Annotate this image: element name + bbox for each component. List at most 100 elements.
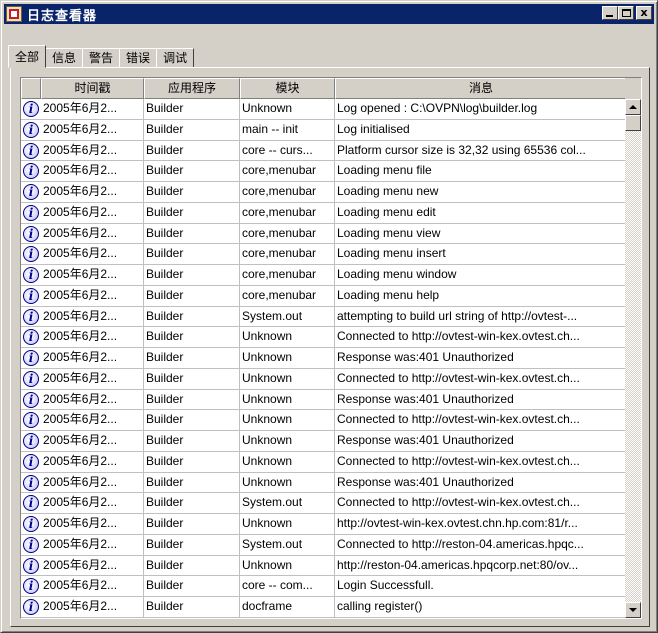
cell-application: Builder: [144, 534, 240, 556]
info-icon: i: [23, 391, 39, 408]
cell-level: i: [21, 597, 41, 618]
table-row[interactable]: i 2005年6月2... Builder core,menubar Loading m…: [21, 223, 627, 245]
cell-message: Login Successfull.: [335, 576, 627, 597]
tab-debug[interactable]: 调试: [156, 48, 195, 68]
cell-level: i: [21, 327, 41, 348]
table-row[interactable]: i 2005年6月2... Builder Unknown Response was:4…: [21, 431, 627, 452]
cell-application: Builder: [144, 285, 240, 307]
column-header-module[interactable]: 模块: [240, 78, 335, 99]
table-row[interactable]: i 2005年6月2... Builder Unknown Connected to h…: [21, 451, 627, 473]
cell-timestamp: 2005年6月2...: [41, 493, 144, 514]
table-row[interactable]: i 2005年6月2... Builder core -- com... Login S…: [21, 576, 627, 597]
title-bar[interactable]: 日志查看器 x: [4, 4, 654, 24]
cell-module: Unknown: [240, 368, 335, 390]
close-button[interactable]: x: [636, 6, 652, 20]
cell-message: Log opened : C:\OVPN\log\builder.log: [335, 99, 627, 120]
scroll-up-button[interactable]: [625, 99, 641, 115]
table-row[interactable]: i 2005年6月2... Builder Unknown Connected to h…: [21, 327, 627, 348]
column-header-icon[interactable]: [21, 78, 41, 99]
cell-module: core,menubar: [240, 285, 335, 307]
table-row[interactable]: i 2005年6月2... Builder System.out Connected t…: [21, 534, 627, 556]
table-row[interactable]: i 2005年6月2... Builder core,menubar Loading m…: [21, 244, 627, 265]
cell-level: i: [21, 286, 41, 307]
cell-application: Builder: [144, 202, 240, 224]
cell-application: Builder: [144, 451, 240, 473]
app-icon[interactable]: [6, 6, 22, 22]
table-row[interactable]: i 2005年6月2... Builder core,menubar Loading m…: [21, 182, 627, 203]
column-header-application[interactable]: 应用程序: [144, 78, 240, 99]
table-row[interactable]: i 2005年6月2... Builder Unknown Log opened : C…: [21, 99, 627, 120]
cell-timestamp: 2005年6月2...: [41, 451, 144, 473]
column-header-message[interactable]: 消息: [335, 78, 627, 99]
table-row[interactable]: i 2005年6月2... Builder Unknown http://reston-…: [21, 555, 627, 577]
cell-timestamp: 2005年6月2...: [41, 514, 144, 535]
cell-timestamp: 2005年6月2...: [41, 576, 144, 597]
cell-application: Builder: [144, 244, 240, 265]
table-row[interactable]: i 2005年6月2... Builder System.out Connected t…: [21, 493, 627, 514]
cell-level: i: [21, 161, 41, 182]
cell-module: Unknown: [240, 410, 335, 431]
tab-strip: 全部 信息 警告 错误 调试: [8, 44, 195, 68]
info-icon: i: [23, 370, 39, 387]
table-row[interactable]: i 2005年6月2... Builder System.out attempting …: [21, 306, 627, 328]
maximize-icon: [622, 9, 631, 17]
cell-application: Builder: [144, 410, 240, 431]
table-row[interactable]: i 2005年6月2... Builder core,menubar Loading m…: [21, 265, 627, 286]
cell-module: core,menubar: [240, 202, 335, 224]
cell-message: Loading menu edit: [335, 202, 627, 224]
table-row[interactable]: i 2005年6月2... Builder core,menubar Loading m…: [21, 202, 627, 224]
cell-level: i: [21, 390, 41, 411]
close-icon: x: [640, 6, 648, 19]
cell-level: i: [21, 493, 41, 514]
cell-message: calling register(): [335, 597, 627, 618]
cell-module: Unknown: [240, 514, 335, 535]
table-row[interactable]: i 2005年6月2... Builder core,menubar Loading m…: [21, 285, 627, 307]
cell-timestamp: 2005年6月2...: [41, 410, 144, 431]
table-row[interactable]: i 2005年6月2... Builder Unknown Response was:4…: [21, 389, 627, 411]
table-row[interactable]: i 2005年6月2... Builder core -- curs... Platfo…: [21, 140, 627, 162]
table-row[interactable]: i 2005年6月2... Builder Unknown http://ovtest-…: [21, 514, 627, 535]
cell-timestamp: 2005年6月2...: [41, 306, 144, 328]
table-row[interactable]: i 2005年6月2... Builder Unknown Response was:4…: [21, 472, 627, 494]
minimize-icon: [606, 15, 613, 17]
cell-module: core,menubar: [240, 223, 335, 245]
table-row[interactable]: i 2005年6月2... Builder Unknown Connected to h…: [21, 410, 627, 431]
info-icon: i: [23, 495, 39, 512]
vertical-scrollbar[interactable]: [625, 99, 641, 618]
scroll-thumb[interactable]: [625, 115, 641, 131]
cell-message: Response was:401 Unauthorized: [335, 431, 627, 452]
info-icon: i: [23, 557, 39, 574]
info-icon: i: [23, 121, 39, 138]
table-row[interactable]: i 2005年6月2... Builder docframe calling regis…: [21, 597, 627, 618]
minimize-button[interactable]: [602, 6, 618, 20]
cell-level: i: [21, 473, 41, 494]
info-icon: i: [23, 516, 39, 532]
cell-application: Builder: [144, 431, 240, 452]
info-icon: i: [23, 246, 39, 263]
cell-application: Builder: [144, 265, 240, 286]
cell-module: core,menubar: [240, 182, 335, 203]
table-row[interactable]: i 2005年6月2... Builder core,menubar Loading m…: [21, 161, 627, 182]
info-icon: i: [23, 536, 39, 553]
tab-all[interactable]: 全部: [8, 45, 47, 68]
table-row[interactable]: i 2005年6月2... Builder Unknown Response was:4…: [21, 348, 627, 369]
cell-application: Builder: [144, 576, 240, 597]
scroll-down-button[interactable]: [625, 602, 641, 618]
info-icon: i: [23, 225, 39, 242]
table-row[interactable]: i 2005年6月2... Builder main -- init Log initi…: [21, 119, 627, 141]
cell-module: core,menubar: [240, 161, 335, 182]
maximize-button[interactable]: [618, 6, 634, 20]
window-title: 日志查看器: [27, 8, 98, 24]
tab-info[interactable]: 信息: [45, 48, 84, 68]
cell-level: i: [21, 224, 41, 245]
table-row[interactable]: i 2005年6月2... Builder Unknown Connected to h…: [21, 368, 627, 390]
cell-timestamp: 2005年6月2...: [41, 285, 144, 307]
info-icon: i: [23, 350, 39, 366]
cell-application: Builder: [144, 514, 240, 535]
cell-timestamp: 2005年6月2...: [41, 182, 144, 203]
tab-error[interactable]: 错误: [119, 48, 158, 68]
info-icon: i: [23, 308, 39, 325]
column-header-timestamp[interactable]: 时间戳: [41, 78, 144, 99]
info-icon: i: [23, 267, 39, 283]
tab-warning[interactable]: 警告: [82, 48, 121, 68]
